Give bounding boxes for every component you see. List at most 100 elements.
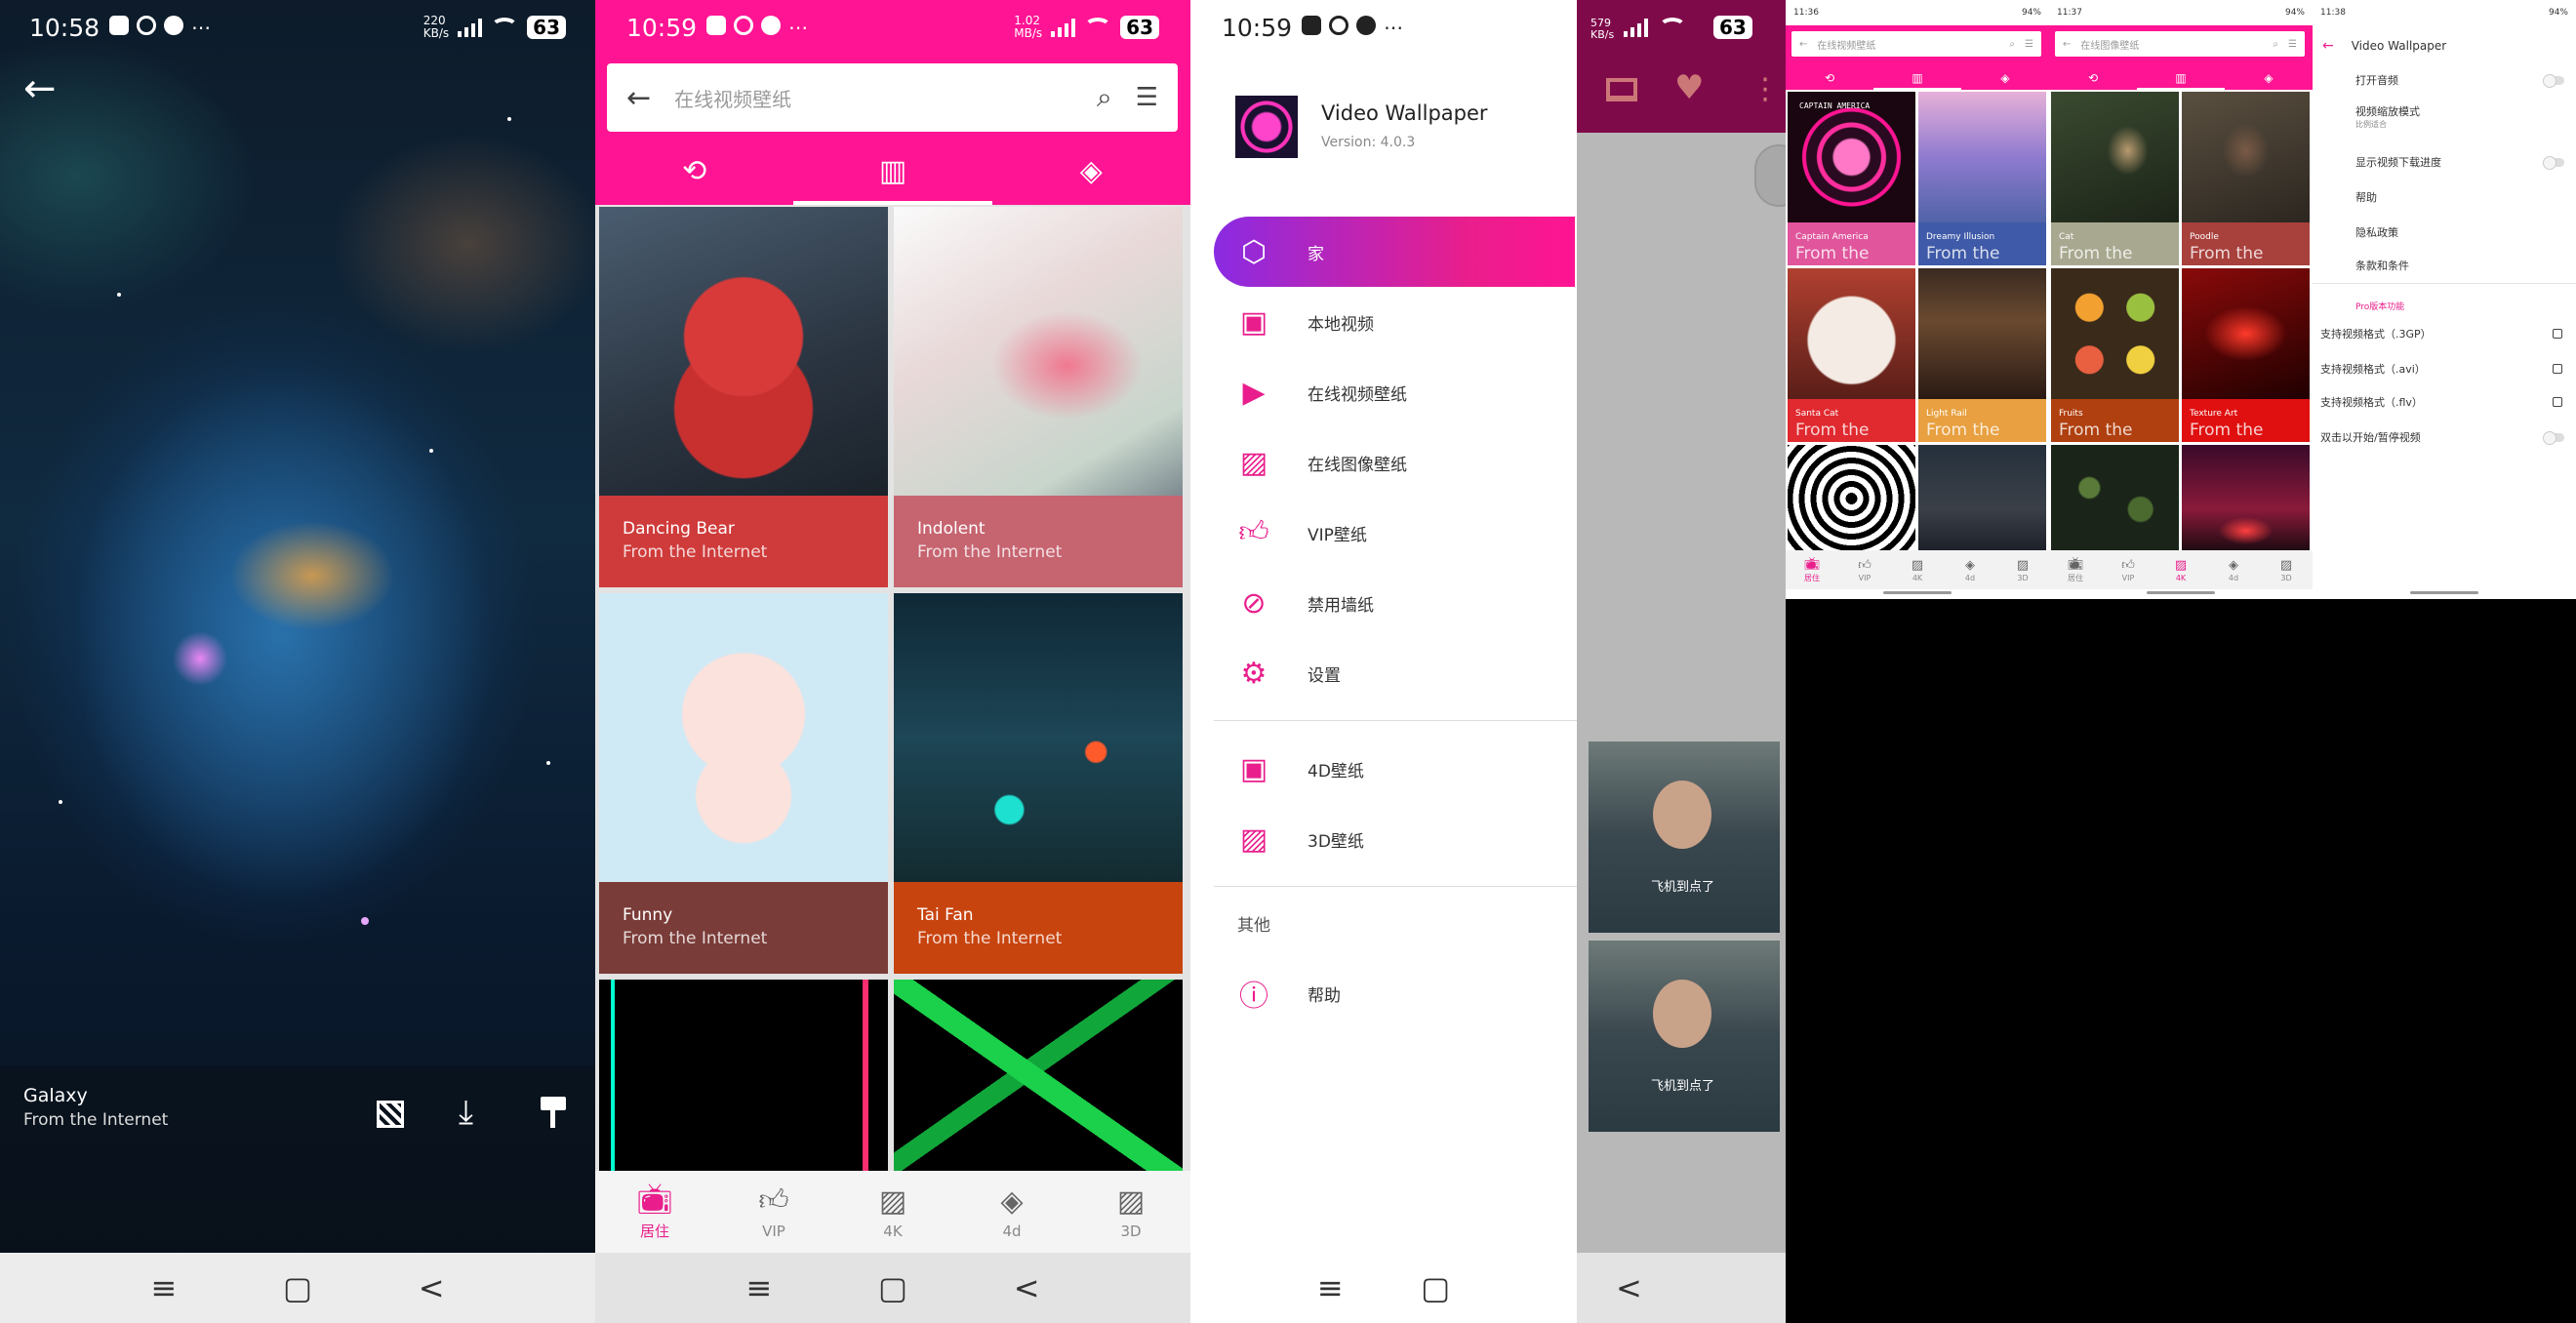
- wallpaper-card[interactable]: CAPTAIN AMERICA Captain America From the …: [1788, 92, 1915, 265]
- back-nav-button[interactable]: <: [419, 1269, 445, 1306]
- toggle-switch[interactable]: [2543, 155, 2564, 170]
- wallpaper-card[interactable]: Tai Fan From the Internet: [894, 593, 1183, 974]
- paint-roller-icon[interactable]: [541, 1097, 566, 1128]
- wallpaper-card[interactable]: Poodle From the Internet: [2182, 92, 2310, 265]
- bottom-nav-3d[interactable]: ▨ 3D: [1996, 550, 2049, 589]
- back-arrow-icon[interactable]: ←: [1799, 39, 1807, 50]
- search-icon[interactable]: ⌕: [2273, 39, 2278, 50]
- back-nav-button[interactable]: <: [1616, 1269, 1642, 1306]
- setting-terms[interactable]: 条款和条件: [2313, 256, 2576, 275]
- bottom-nav-home[interactable]: 📺︎ 居住: [595, 1171, 714, 1253]
- search-input[interactable]: 在线视频壁纸: [674, 84, 1073, 112]
- tab-gallery[interactable]: ▥: [793, 137, 992, 205]
- wallpaper-card[interactable]: Texture Art From the Internet: [2182, 268, 2310, 442]
- bottom-nav-4k[interactable]: ▨ 4K: [2154, 550, 2207, 589]
- drawer-item-local-video[interactable]: ▣ 本地视频: [1214, 287, 1575, 357]
- setting-double-tap[interactable]: 双击以开始/暂停视频: [2313, 427, 2576, 447]
- setting-help[interactable]: 帮助: [2313, 187, 2576, 207]
- wallpaper-card[interactable]: [1788, 445, 1915, 552]
- menu-nav-button[interactable]: ≡: [150, 1269, 177, 1306]
- drawer-item-3d[interactable]: ▨ 3D壁纸: [1214, 804, 1575, 874]
- gesture-handle[interactable]: [1883, 591, 1952, 594]
- bottom-nav-home[interactable]: 📺︎ 居住: [1786, 550, 1838, 589]
- search-bar[interactable]: ← 在线视频壁纸 ⌕ ☰: [607, 63, 1178, 132]
- tab-gallery[interactable]: ▥: [2137, 66, 2225, 90]
- gesture-handle[interactable]: [2147, 591, 2215, 594]
- drawer-item-disable[interactable]: ⊘ 禁用墙纸: [1214, 568, 1575, 638]
- toggle-switch[interactable]: [2543, 73, 2564, 88]
- bottom-nav-home[interactable]: 📺︎ 居住: [2049, 550, 2102, 589]
- search-bar[interactable]: ← 在线图像壁纸 ⌕ ☰: [2055, 31, 2305, 57]
- checkbox[interactable]: [2553, 397, 2562, 407]
- setting-download-progress[interactable]: 显示视频下载进度: [2313, 152, 2576, 172]
- wallpaper-card[interactable]: [2182, 445, 2310, 552]
- checker-icon[interactable]: [377, 1101, 404, 1128]
- search-input[interactable]: 在线图像壁纸: [2080, 37, 2263, 52]
- more-vert-icon[interactable]: ⋮: [1751, 72, 1780, 106]
- menu-nav-button[interactable]: ≡: [1317, 1269, 1344, 1306]
- tab-layers[interactable]: ◈: [1961, 66, 2049, 90]
- setting-3gp[interactable]: 支持视频格式（.3GP）: [2313, 324, 2576, 343]
- video-thumbnail[interactable]: 飞机到点了: [1589, 941, 1780, 1132]
- drawer-item-help[interactable]: ⓘ 帮助: [1214, 958, 1575, 1028]
- search-bar[interactable]: ← 在线视频壁纸 ⌕ ☰: [1791, 31, 2041, 57]
- tab-history[interactable]: ⟲: [595, 137, 793, 205]
- wallpaper-card[interactable]: Light Rail From the Internet: [1918, 268, 2046, 442]
- bottom-nav-vip[interactable]: 👍︎ VIP: [1838, 550, 1891, 589]
- wallpaper-card[interactable]: Santa Cat From the Internet: [1788, 268, 1915, 442]
- sort-icon[interactable]: ☰: [2288, 39, 2297, 50]
- bottom-nav-4k[interactable]: ▨ 4K: [833, 1171, 952, 1253]
- setting-flv[interactable]: 支持视频格式（.flv）: [2313, 392, 2576, 412]
- tab-history[interactable]: ⟲: [1786, 66, 1873, 90]
- bottom-nav-3d[interactable]: ▨ 3D: [1071, 1171, 1190, 1253]
- back-arrow-icon[interactable]: ←: [2322, 38, 2334, 54]
- wallpaper-card[interactable]: Dreamy Illusion From the Internet: [1918, 92, 2046, 265]
- home-nav-button[interactable]: ▢: [1421, 1269, 1450, 1306]
- toggle-switch[interactable]: [2543, 430, 2564, 445]
- bottom-nav-vip[interactable]: 👍︎ VIP: [2102, 550, 2154, 589]
- checkbox[interactable]: [2553, 364, 2562, 374]
- home-nav-button[interactable]: ▢: [878, 1269, 907, 1306]
- checkbox[interactable]: [2553, 329, 2562, 339]
- wallpaper-card[interactable]: [2051, 445, 2179, 552]
- wallpaper-card[interactable]: [599, 980, 888, 1171]
- wallpaper-card[interactable]: Fruits From the Internet: [2051, 268, 2179, 442]
- bottom-nav-3d[interactable]: ▨ 3D: [2260, 550, 2313, 589]
- bottom-nav-4d[interactable]: ◈ 4d: [1944, 550, 1996, 589]
- wallpaper-card[interactable]: [1918, 445, 2046, 552]
- download-icon[interactable]: ⤓: [459, 1093, 473, 1132]
- back-arrow-icon[interactable]: ←: [2063, 39, 2071, 50]
- screen-icon[interactable]: [1606, 78, 1637, 101]
- bottom-nav-4d[interactable]: ◈ 4d: [952, 1171, 1071, 1253]
- tab-layers[interactable]: ◈: [992, 137, 1190, 205]
- home-nav-button[interactable]: ▢: [283, 1269, 312, 1306]
- wallpaper-card[interactable]: Indolent From the Internet: [894, 207, 1183, 587]
- drawer-item-4d[interactable]: ▣ 4D壁纸: [1214, 734, 1575, 804]
- heart-icon[interactable]: ♥: [1674, 68, 1704, 107]
- gesture-handle[interactable]: [2410, 591, 2478, 594]
- setting-scale-mode[interactable]: 视频缩放模式 比例适合: [2313, 103, 2576, 133]
- drawer-item-vip[interactable]: 👍︎ VIP壁纸: [1214, 498, 1575, 568]
- drawer-item-home[interactable]: ⬡ 家: [1214, 217, 1575, 287]
- search-input[interactable]: 在线视频壁纸: [1817, 37, 1999, 52]
- wallpaper-card[interactable]: Cat From the Internet: [2051, 92, 2179, 265]
- bottom-nav-4d[interactable]: ◈ 4d: [2207, 550, 2260, 589]
- drawer-item-online-video[interactable]: ▶ 在线视频壁纸: [1214, 357, 1575, 427]
- bottom-nav-4k[interactable]: ▨ 4K: [1891, 550, 1944, 589]
- wallpaper-card[interactable]: [894, 980, 1183, 1171]
- bottom-nav-vip[interactable]: 👍︎ VIP: [714, 1171, 833, 1253]
- back-arrow-icon[interactable]: ←: [626, 81, 651, 115]
- setting-privacy[interactable]: 隐私政策: [2313, 222, 2576, 242]
- setting-open-audio[interactable]: 打开音频: [2313, 70, 2576, 90]
- menu-nav-button[interactable]: ≡: [745, 1269, 772, 1306]
- wallpaper-card[interactable]: Funny From the Internet: [599, 593, 888, 974]
- setting-avi[interactable]: 支持视频格式（.avi）: [2313, 359, 2576, 379]
- tab-layers[interactable]: ◈: [2225, 66, 2313, 90]
- search-icon[interactable]: ⌕: [2009, 39, 2015, 50]
- drawer-item-settings[interactable]: ⚙ 设置: [1214, 638, 1575, 708]
- video-thumbnail[interactable]: 飞机到点了: [1589, 742, 1780, 933]
- search-icon[interactable]: ⌕: [1097, 81, 1112, 114]
- scroll-handle[interactable]: [1754, 144, 1786, 207]
- drawer-item-online-image[interactable]: ▨ 在线图像壁纸: [1214, 427, 1575, 498]
- tab-history[interactable]: ⟲: [2049, 66, 2137, 90]
